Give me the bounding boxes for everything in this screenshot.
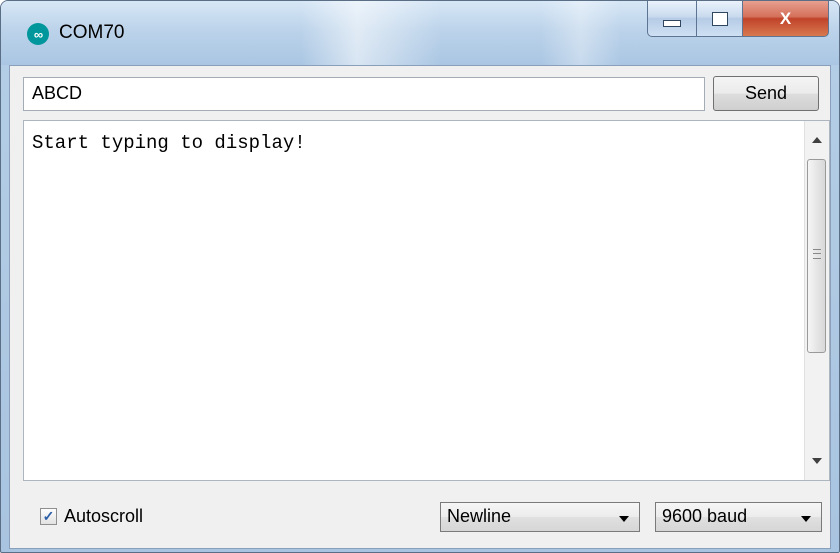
- grip-icon: [813, 249, 821, 259]
- window-controls: X: [647, 1, 829, 39]
- window-title: COM70: [59, 22, 125, 43]
- vertical-scrollbar[interactable]: [804, 121, 829, 480]
- serial-output-text: Start typing to display!: [32, 132, 306, 154]
- scroll-up-arrow-icon[interactable]: [812, 137, 822, 143]
- checkmark-icon: ✓: [42, 508, 55, 524]
- send-button[interactable]: Send: [713, 76, 819, 111]
- minimize-button[interactable]: [647, 1, 697, 37]
- line-ending-select[interactable]: Newline: [440, 502, 640, 532]
- close-icon: X: [779, 8, 792, 28]
- bottom-bar: ✓ Autoscroll Newline 9600 baud: [10, 484, 830, 548]
- chevron-down-icon: [801, 516, 811, 522]
- serial-monitor-window: ∞ COM70 X ABCD Send Start typing to disp…: [0, 0, 840, 553]
- scroll-down-arrow-icon[interactable]: [812, 458, 822, 464]
- maximize-button[interactable]: [697, 1, 743, 37]
- arduino-icon: ∞: [27, 23, 49, 45]
- scrollbar-thumb[interactable]: [807, 159, 826, 353]
- baud-rate-value: 9600 baud: [662, 506, 748, 526]
- maximize-icon: [711, 11, 728, 26]
- title-bar-glass-highlight: [541, 1, 621, 65]
- serial-output-area[interactable]: Start typing to display!: [23, 120, 830, 481]
- line-ending-value: Newline: [447, 506, 512, 526]
- chevron-down-icon: [619, 516, 629, 522]
- minimize-icon: [663, 20, 681, 27]
- send-input[interactable]: ABCD: [23, 77, 705, 111]
- autoscroll-label[interactable]: Autoscroll: [64, 506, 143, 527]
- title-bar-glass-highlight: [301, 1, 441, 65]
- close-button[interactable]: X: [743, 1, 829, 37]
- autoscroll-checkbox[interactable]: ✓: [40, 508, 57, 525]
- title-bar[interactable]: ∞ COM70 X: [1, 1, 839, 65]
- baud-rate-select[interactable]: 9600 baud: [655, 502, 822, 532]
- serial-monitor-panel: ABCD Send Start typing to display! ✓ Aut…: [9, 65, 831, 549]
